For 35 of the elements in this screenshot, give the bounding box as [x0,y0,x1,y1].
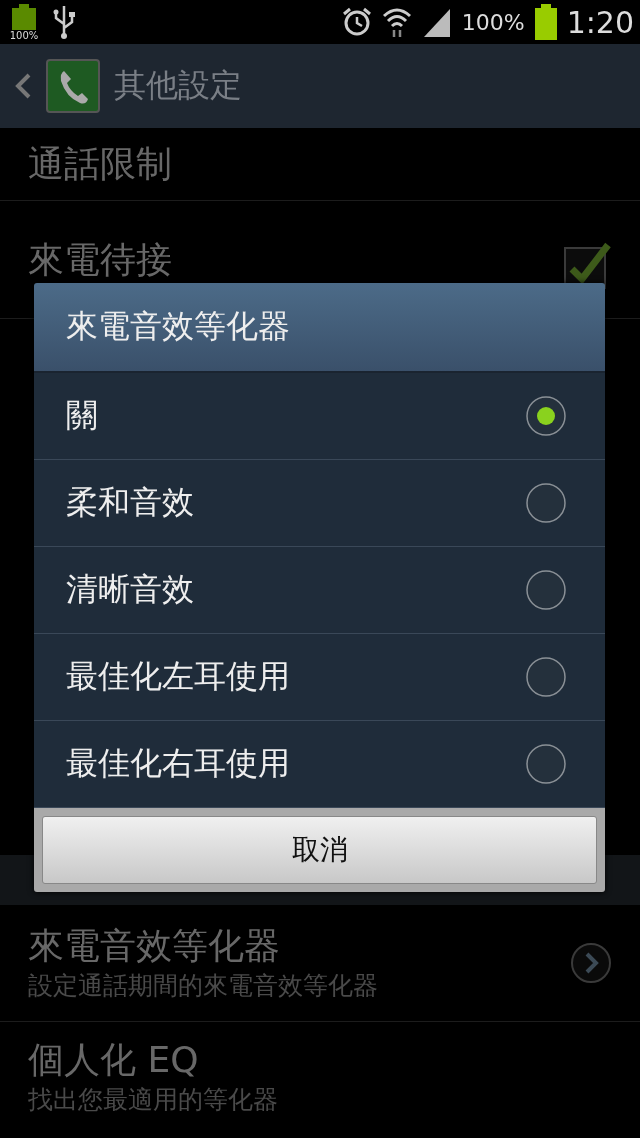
option-label: 最佳化左耳使用 [66,656,291,697]
phone-app-icon [46,59,100,113]
cancel-button[interactable]: 取消 [42,816,597,884]
signal-icon [421,7,452,37]
setting-subtitle: 設定通話期間的來電音效等化器 [28,970,379,1002]
back-icon[interactable] [14,71,32,101]
setting-title[interactable]: 個人化 EQ [28,1037,612,1083]
option-row[interactable]: 清晰音效 [34,547,605,634]
radio-button[interactable] [525,395,567,437]
screen-title: 其他設定 [114,65,242,106]
dialog-title: 來電音效等化器 [34,283,605,373]
option-row[interactable]: 最佳化右耳使用 [34,721,605,808]
battery-percent: 100% [461,9,525,35]
setting-title[interactable]: 通話限制 [28,141,612,187]
alarm-icon [341,7,372,37]
option-row[interactable]: 關 [34,373,605,460]
option-row[interactable]: 最佳化左耳使用 [34,634,605,721]
option-label: 柔和音效 [66,482,195,523]
setting-title[interactable]: 來電待接 [28,236,564,283]
clock-time: 1:20 [566,4,634,40]
option-label: 最佳化右耳使用 [66,743,291,784]
radio-button[interactable] [525,569,567,611]
usb-icon [52,4,76,40]
radio-button[interactable] [525,743,567,785]
wifi-icon [381,6,412,38]
option-label: 關 [66,395,99,436]
setting-subtitle: 找出您最適用的等化器 [28,1084,279,1116]
battery-icon [534,4,557,40]
battery-level-label: 100% [9,30,39,42]
battery-icon [12,4,36,30]
radio-button[interactable] [525,482,567,524]
option-row[interactable]: 柔和音效 [34,460,605,547]
option-label: 清晰音效 [66,569,195,610]
setting-title[interactable]: 來電音效等化器 [28,923,570,969]
radio-button[interactable] [525,656,567,698]
